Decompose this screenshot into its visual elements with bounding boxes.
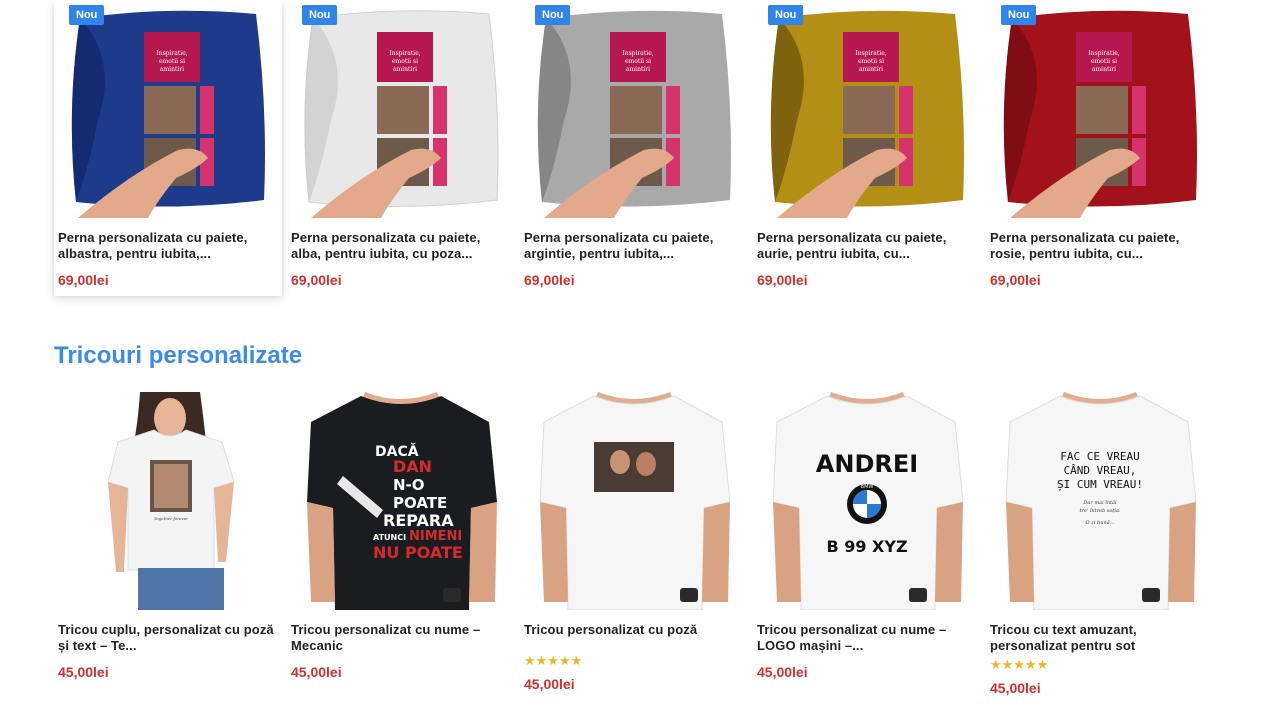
product-price: 45,00lei [990,680,1041,696]
svg-text:O zi bună...: O zi bună... [1086,519,1115,526]
pillow-illustration: Inspiratie, emotii si amintiri [770,10,964,218]
svg-text:Inspiratie,: Inspiratie, [1088,50,1119,57]
tshirt-illustration: FAC CE VREAU CÂND VREAU, ȘI CUM VREAU! D… [1005,392,1197,610]
new-badge: Nou [1001,5,1037,25]
product-card[interactable]: Nou Inspiratie, emotii si amintiri Perna… [287,0,515,296]
svg-text:amintiri: amintiri [160,66,184,73]
product-image[interactable]: Nou Inspiratie, emotii si amintiri [990,0,1210,218]
rating-stars: ★★★★★ [524,653,583,668]
product-price: 45,00lei [757,664,808,680]
product-image[interactable]: FAC CE VREAU CÂND VREAU, ȘI CUM VREAU! D… [990,392,1210,610]
svg-text:Inspiratie,: Inspiratie, [156,50,187,57]
product-title[interactable]: Tricou personalizat cu poză [524,622,744,654]
svg-text:tre' întreb soția.: tre' întreb soția. [1079,507,1120,514]
rating-stars: ★★★★★ [990,657,1049,672]
pillow-illustration: Inspiratie, emotii si amintiri [304,10,499,218]
tshirt-illustration [539,392,731,610]
product-card[interactable]: Nou Inspiratie, emotii si amintiri Perna… [753,0,981,296]
svg-text:emotii si: emotii si [625,58,651,65]
svg-text:NIMENI: NIMENI [409,529,462,544]
svg-text:ȘI CUM VREAU!: ȘI CUM VREAU! [1057,478,1143,491]
svg-text:emotii si: emotii si [159,58,185,65]
new-badge: Nou [768,5,804,25]
svg-text:DAN: DAN [393,457,432,476]
product-image[interactable]: Nou Inspiratie, emotii si amintiri [58,0,278,218]
svg-text:Inspiratie,: Inspiratie, [622,50,653,57]
product-title[interactable]: Perna personalizata cu paiete, aurie, pe… [757,230,977,262]
tshirt-illustration: Together forever [107,392,235,610]
product-title[interactable]: Perna personalizata cu paiete, argintie,… [524,230,744,262]
product-card[interactable]: DACĂ DAN N-O POATE REPARA ATUNCI NIMENI … [287,392,515,696]
product-card[interactable]: FAC CE VREAU CÂND VREAU, ȘI CUM VREAU! D… [986,392,1214,696]
product-title[interactable]: Tricou personalizat cu nume – LOGO mașin… [757,622,977,654]
svg-text:ANDREI: ANDREI [816,450,918,478]
product-price: 69,00lei [757,272,808,288]
svg-text:Inspiratie,: Inspiratie, [855,50,886,57]
product-price: 45,00lei [58,664,109,680]
svg-text:FAC CE VREAU: FAC CE VREAU [1060,450,1139,463]
product-card[interactable]: Nou Inspiratie, emotii si amintiri Perna… [986,0,1214,296]
product-price: 69,00lei [58,272,109,288]
pillow-illustration: Inspiratie, emotii si amintiri [537,10,731,218]
svg-text:emotii si: emotii si [858,58,884,65]
svg-text:emotii si: emotii si [392,58,418,65]
new-badge: Nou [302,5,338,25]
product-card[interactable]: Nou Inspiratie, emotii si amintiri Perna… [54,0,282,296]
svg-text:NU POATE: NU POATE [373,543,463,562]
svg-text:BMW: BMW [861,484,874,490]
product-image[interactable]: Nou Inspiratie, emotii si amintiri [524,0,744,218]
product-price: 69,00lei [291,272,342,288]
svg-text:amintiri: amintiri [393,66,417,73]
product-title[interactable]: Tricou personalizat cu nume – Mecanic [291,622,511,654]
svg-text:amintiri: amintiri [1092,66,1116,73]
product-image[interactable] [524,392,744,610]
product-image[interactable]: Nou Inspiratie, emotii si amintiri [757,0,977,218]
svg-text:CÂND VREAU,: CÂND VREAU, [1064,464,1137,477]
product-title[interactable]: Perna personalizata cu paiete, rosie, pe… [990,230,1210,262]
product-card[interactable]: ANDREI BMW B 99 XYZ Tricou personalizat … [753,392,981,696]
tshirt-product-grid: Together forever Tricou cuplu, personali… [54,392,1234,696]
new-badge: Nou [69,5,105,25]
new-badge: Nou [535,5,571,25]
product-image[interactable]: Together forever [58,392,278,610]
svg-text:REPARA: REPARA [383,511,454,530]
svg-text:ATUNCI: ATUNCI [373,533,406,542]
tshirt-illustration: ANDREI BMW B 99 XYZ [772,392,964,610]
product-price: 69,00lei [524,272,575,288]
svg-text:emotii si: emotii si [1091,58,1117,65]
pillow-product-grid: Nou Inspiratie, emotii si amintiri Perna… [54,0,1234,296]
svg-text:B 99 XYZ: B 99 XYZ [826,537,907,556]
product-card[interactable]: Nou Inspiratie, emotii si amintiri Perna… [520,0,748,296]
product-image[interactable]: ANDREI BMW B 99 XYZ [757,392,977,610]
svg-text:Dar mai întâi: Dar mai întâi [1082,499,1117,506]
product-title[interactable]: Tricou cu text amuzant, personalizat pen… [990,622,1210,654]
svg-text:amintiri: amintiri [859,66,883,73]
tshirt-illustration: DACĂ DAN N-O POATE REPARA ATUNCI NIMENI … [307,392,497,610]
svg-text:Inspiratie,: Inspiratie, [389,50,420,57]
product-image[interactable]: Nou Inspiratie, emotii si amintiri [291,0,511,218]
product-title[interactable]: Tricou cuplu, personalizat cu poză și te… [58,622,278,654]
product-card[interactable]: Tricou personalizat cu poză ★★★★★ 45,00l… [520,392,748,696]
svg-text:N-O: N-O [393,476,425,494]
product-price: 45,00lei [524,676,575,692]
svg-text:amintiri: amintiri [626,66,650,73]
section-title[interactable]: Tricouri personalizate [54,342,302,370]
product-title[interactable]: Perna personalizata cu paiete, alba, pen… [291,230,511,262]
product-card[interactable]: Together forever Tricou cuplu, personali… [54,392,282,696]
product-image[interactable]: DACĂ DAN N-O POATE REPARA ATUNCI NIMENI … [291,392,511,610]
product-title[interactable]: Perna personalizata cu paiete, albastra,… [58,230,278,262]
svg-text:POATE: POATE [393,494,447,512]
pillow-illustration: Inspiratie, emotii si amintiri [1003,10,1197,218]
product-price: 45,00lei [291,664,342,680]
pillow-illustration: Inspiratie, emotii si amintiri [71,10,265,218]
product-price: 69,00lei [990,272,1041,288]
svg-text:Together forever: Together forever [154,516,189,521]
